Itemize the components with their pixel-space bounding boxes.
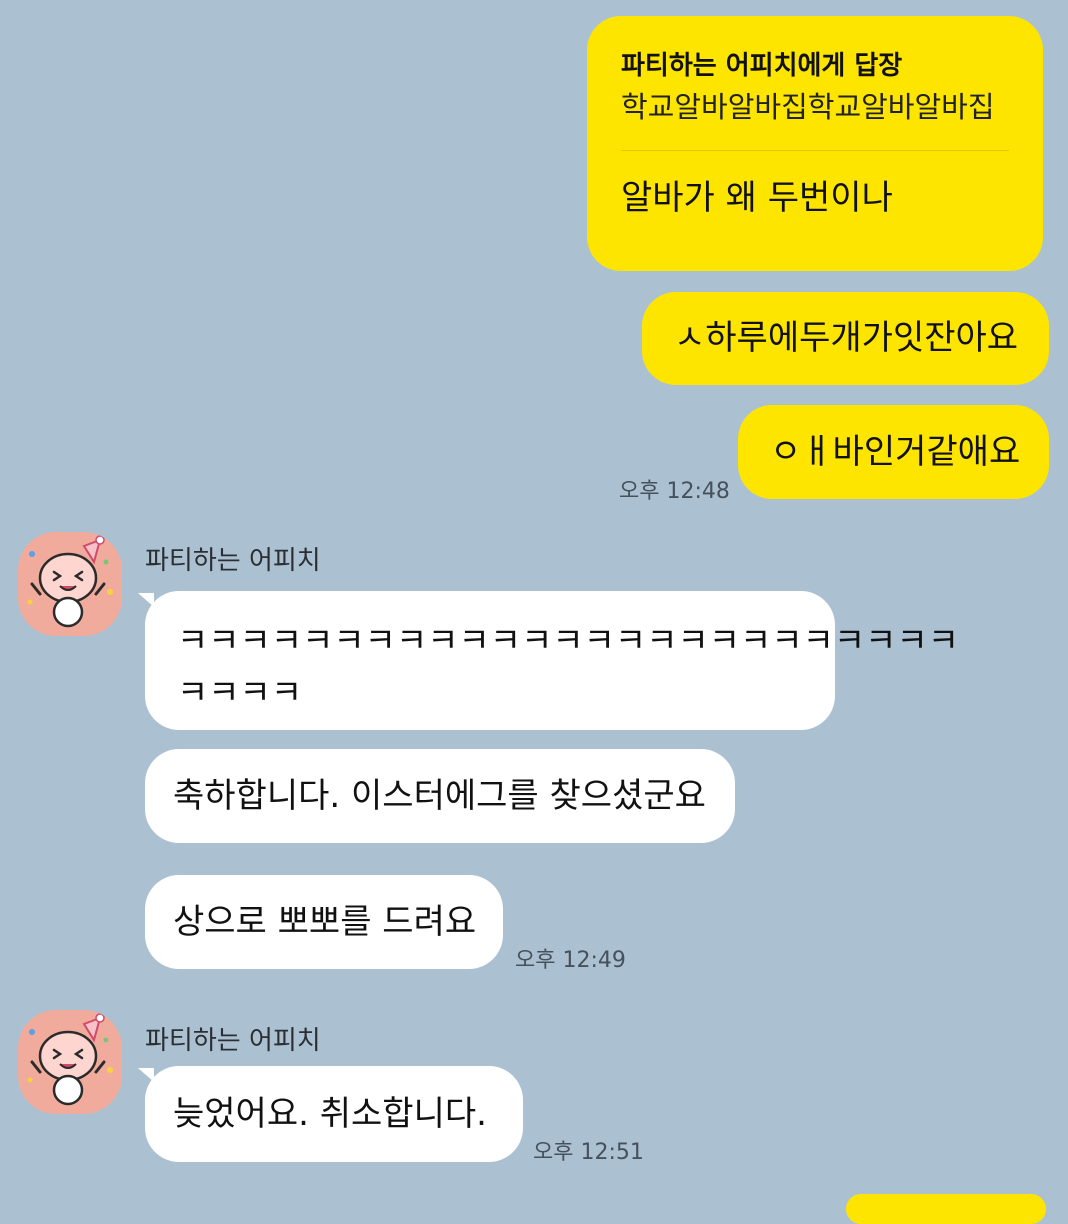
outgoing-message-bubble[interactable]: ㅅ하루에두개가잇잔아요 — [642, 292, 1049, 385]
message-line: ㅋㅋㅋㅋ — [177, 673, 303, 713]
sender-name: 파티하는 어피치 — [145, 1026, 321, 1056]
reply-divider — [621, 150, 1009, 151]
sender-name: 파티하는 어피치 — [145, 546, 321, 576]
message-timestamp: 오후 12:48 — [619, 479, 730, 504]
reply-message-bubble[interactable]: 파티하는 어피치에게 답장 학교알바알바집학교알바알바집 알바가 왜 두번이나 — [587, 16, 1043, 271]
reply-target-label: 파티하는 어피치에게 답장 — [621, 51, 903, 81]
outgoing-message-bubble-partial[interactable] — [846, 1194, 1046, 1224]
message-line: ㅋㅋㅋㅋㅋㅋㅋㅋㅋㅋㅋㅋㅋㅋㅋㅋㅋㅋㅋㅋㅋㅋㅋㅋㅋ — [177, 621, 959, 661]
message-timestamp: 오후 12:51 — [533, 1140, 644, 1165]
message-timestamp: 오후 12:49 — [515, 948, 626, 973]
reply-message-text: 알바가 왜 두번이나 — [621, 178, 893, 218]
incoming-message-bubble[interactable]: ㅋㅋㅋㅋㅋㅋㅋㅋㅋㅋㅋㅋㅋㅋㅋㅋㅋㅋㅋㅋㅋㅋㅋㅋㅋ ㅋㅋㅋㅋ — [145, 591, 959, 730]
apeach-party-hat-icon[interactable] — [18, 1010, 122, 1114]
outgoing-message-bubble[interactable]: ㅇㅐ바인거같애요 — [738, 405, 1049, 499]
incoming-message-bubble[interactable]: 상으로 뽀뽀를 드려요 — [145, 875, 503, 969]
incoming-message-bubble[interactable]: 늦었어요. 취소합니다. — [145, 1066, 523, 1162]
reply-quoted-text[interactable]: 학교알바알바집학교알바알바집 — [621, 86, 1009, 128]
apeach-party-hat-icon[interactable] — [18, 532, 122, 636]
incoming-message-bubble[interactable]: 축하합니다. 이스터에그를 찾으셨군요 — [145, 749, 735, 843]
